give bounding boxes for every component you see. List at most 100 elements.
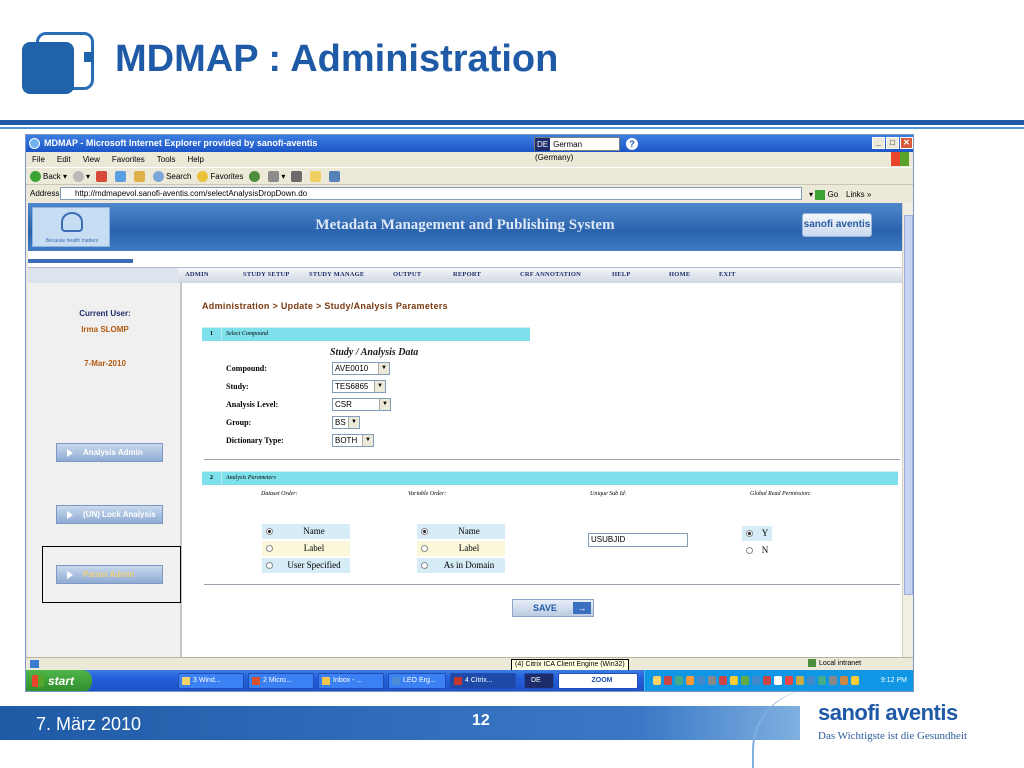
variable-order-label-radio[interactable]: Label — [417, 541, 505, 556]
study-analysis-heading: Study / Analysis Data — [330, 347, 419, 358]
windows-flag-icon — [891, 152, 909, 166]
dictionary-type-select[interactable]: BOTH ▼ — [332, 434, 374, 447]
menu-file[interactable]: File — [32, 152, 45, 167]
taskbar-item[interactable]: 4 Citrix... — [450, 673, 516, 689]
edit-button[interactable] — [310, 168, 323, 184]
back-button[interactable]: Back ▾ — [30, 168, 67, 184]
links-button[interactable]: Links » — [846, 187, 871, 203]
close-button[interactable]: ✕ — [900, 137, 913, 149]
main-content: Administration > Update > Study/Analysis… — [184, 283, 902, 657]
study-select[interactable]: TES6865 ▼ — [332, 380, 386, 393]
variable-order-as-in-domain-radio[interactable]: As in Domain — [417, 558, 505, 573]
menu-view[interactable]: View — [83, 152, 100, 167]
group-label: Group: — [226, 418, 252, 427]
search-icon — [153, 171, 165, 183]
dataset-order-user-specified-radio[interactable]: User Specified — [262, 558, 350, 573]
system-tray: 9:12 PM — [644, 670, 913, 691]
nav-output[interactable]: OUTPUT — [393, 271, 421, 278]
scrollbar-thumb[interactable] — [904, 215, 913, 595]
global-read-y-radio[interactable]: Y — [742, 526, 772, 541]
analysis-level-label: Analysis Level: — [226, 400, 279, 409]
go-button[interactable]: ▾ Go — [809, 187, 838, 203]
dataset-order-label-radio[interactable]: Label — [262, 541, 350, 556]
help-icon[interactable]: ? — [626, 138, 638, 150]
analysis-admin-button[interactable]: Analysis Admin — [56, 443, 163, 462]
window-icon — [392, 677, 400, 685]
forward-arrow-icon — [73, 171, 85, 183]
taskbar-item[interactable]: Inbox - ... — [318, 673, 384, 689]
section-number: 2 — [202, 472, 222, 485]
sanofi-aventis-logo: sanofi aventis — [802, 213, 872, 237]
mail-button[interactable]: ▾ — [268, 168, 285, 184]
go-arrow-icon — [815, 189, 826, 200]
messenger-button[interactable] — [329, 168, 342, 184]
chevron-down-icon: ▼ — [362, 435, 373, 446]
chevron-down-icon: ▼ — [379, 399, 390, 410]
refresh-button[interactable] — [115, 168, 128, 184]
sidebar-date: 7-Mar-2010 — [84, 359, 126, 368]
folder-icon — [182, 677, 190, 685]
nav-home[interactable]: HOME — [669, 271, 690, 278]
page-icon — [30, 660, 39, 668]
taskbar-item[interactable]: LEO Erg... — [388, 673, 446, 689]
language-indicator[interactable]: DE — [524, 673, 554, 689]
nav-crf-annotation[interactable]: CRF ANNOTATION — [520, 271, 581, 278]
dataset-order-name-radio[interactable]: Name — [262, 524, 350, 539]
chevron-down-icon: ▼ — [374, 381, 385, 392]
taskbar-item[interactable]: 2 Micro... — [248, 673, 314, 689]
group-select[interactable]: BS ▼ — [332, 416, 360, 429]
logo-tagline: Because health matters — [45, 238, 99, 244]
callout-box — [42, 546, 181, 603]
global-read-n-radio[interactable]: N — [742, 543, 772, 558]
print-button[interactable] — [291, 168, 304, 184]
vertical-scrollbar[interactable] — [902, 203, 913, 657]
forward-button[interactable]: ▾ — [73, 168, 90, 184]
lock-analysis-button[interactable]: (UN) Lock Analysis — [56, 505, 163, 524]
variable-order-name-radio[interactable]: Name — [417, 524, 505, 539]
stop-button[interactable] — [96, 168, 109, 184]
nav-admin[interactable]: ADMIN — [185, 271, 209, 278]
office-icon — [252, 677, 260, 685]
chevron-down-icon: ▼ — [378, 363, 389, 374]
slide-logo — [22, 30, 96, 94]
nav-help[interactable]: HELP — [612, 271, 631, 278]
maximize-button[interactable]: □ — [886, 137, 899, 149]
language-code: DE — [535, 138, 551, 151]
nav-study-manage[interactable]: STUDY MANAGE — [309, 271, 364, 278]
search-button[interactable]: Search — [153, 168, 191, 184]
window-title: MDMAP - Microsoft Internet Explorer prov… — [44, 138, 318, 148]
current-user-label: Current User: — [79, 309, 131, 318]
unique-sub-id-input[interactable]: USUBJID — [588, 533, 688, 547]
compound-select[interactable]: AVE0010 ▼ — [332, 362, 390, 375]
analysis-level-select[interactable]: CSR ▼ — [332, 398, 391, 411]
security-zone: Local intranet — [808, 658, 861, 670]
arrow-right-icon — [67, 511, 73, 519]
menu-favorites[interactable]: Favorites — [112, 152, 145, 167]
nav-study-setup[interactable]: STUDY SETUP — [243, 271, 290, 278]
brand-logo: sanofi aventis — [818, 700, 958, 725]
taskbar-item[interactable]: 3 Wind... — [178, 673, 244, 689]
menu-tools[interactable]: Tools — [157, 152, 176, 167]
home-button[interactable] — [134, 168, 147, 184]
zoom-widget[interactable]: ZOOM — [558, 673, 638, 689]
menu-edit[interactable]: Edit — [57, 152, 71, 167]
favorites-button[interactable]: Favorites — [197, 168, 243, 184]
mail-icon — [268, 171, 280, 183]
edit-icon — [310, 171, 322, 183]
save-button[interactable]: SAVE → — [512, 599, 594, 617]
ie-icon — [29, 138, 40, 149]
window-titlebar: MDMAP - Microsoft Internet Explorer prov… — [26, 135, 913, 162]
slide-divider-thin — [0, 127, 1024, 129]
windows-flag-icon — [32, 675, 44, 687]
history-button[interactable] — [249, 168, 262, 184]
minimize-button[interactable]: _ — [872, 137, 885, 149]
address-label: Address — [30, 189, 60, 198]
nav-report[interactable]: REPORT — [453, 271, 481, 278]
section-select-compound: 1 Select Compound — [202, 327, 530, 341]
nav-exit[interactable]: EXIT — [719, 271, 736, 278]
start-button[interactable]: start — [26, 670, 92, 691]
menu-help[interactable]: Help — [187, 152, 203, 167]
section-label: Analysis Parameters — [226, 475, 276, 481]
address-input[interactable]: http://mdmapevol.sanofi-aventis.com/sele… — [60, 187, 802, 200]
language-bar[interactable]: DE German (Germany) — [534, 137, 620, 162]
